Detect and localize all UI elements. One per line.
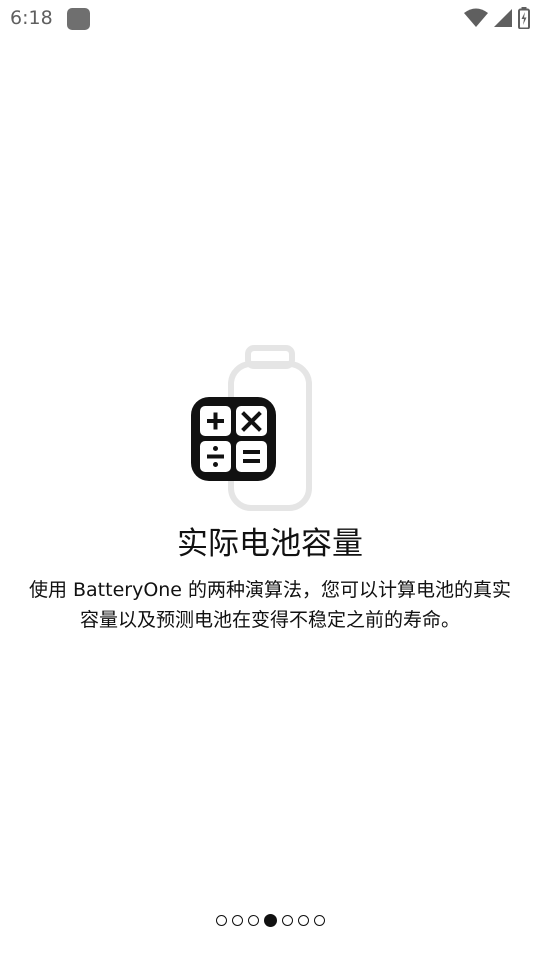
illustration-svg bbox=[191, 345, 312, 511]
page-dot[interactable] bbox=[247, 915, 259, 926]
cellular-icon bbox=[493, 8, 513, 28]
page-dot-active[interactable] bbox=[263, 914, 277, 927]
battery-charging-icon bbox=[518, 7, 530, 29]
notification-icon bbox=[67, 8, 90, 30]
status-bar: 6:18 bbox=[0, 0, 540, 36]
page-dot[interactable] bbox=[297, 915, 309, 926]
page-dot[interactable] bbox=[215, 915, 227, 926]
calculator-icon bbox=[191, 397, 276, 481]
onboarding-illustration bbox=[0, 340, 540, 520]
page-dot[interactable] bbox=[281, 915, 293, 926]
page-dot[interactable] bbox=[313, 915, 325, 926]
wifi-icon bbox=[464, 8, 488, 28]
status-time: 6:18 bbox=[10, 7, 53, 29]
status-icons bbox=[464, 7, 530, 29]
page-indicator bbox=[0, 914, 540, 931]
page-dot[interactable] bbox=[231, 915, 243, 926]
page-description: 使用 BatteryOne 的两种演算法，您可以计算电池的真实容量以及预测电池在… bbox=[28, 579, 512, 631]
page-title: 实际电池容量 bbox=[177, 526, 363, 562]
